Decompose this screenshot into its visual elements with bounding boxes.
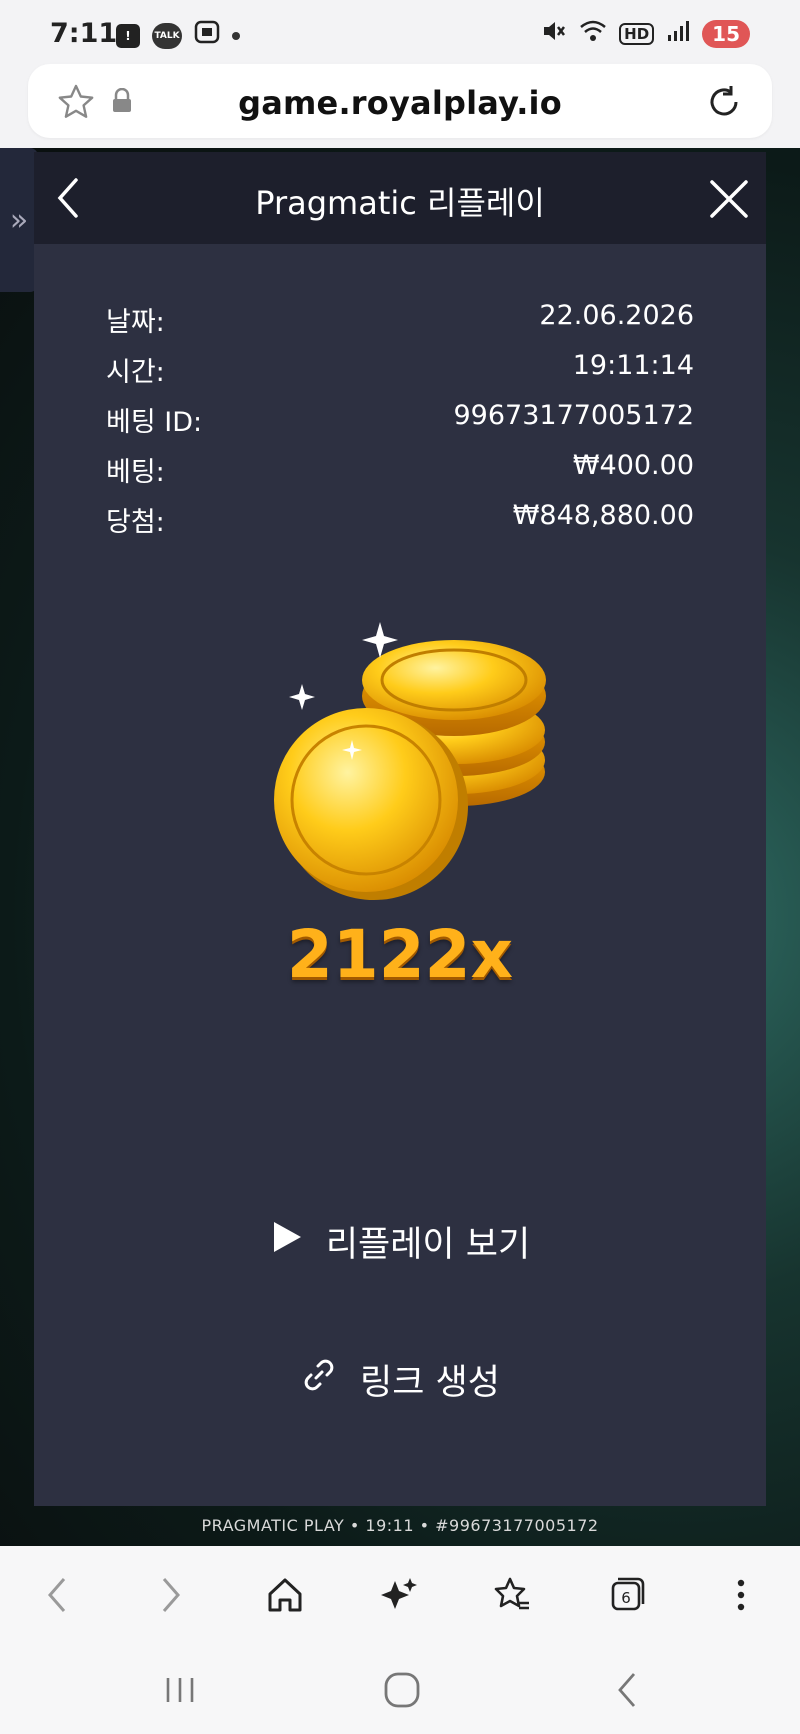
detail-label: 베팅 ID: xyxy=(106,407,203,438)
bet-details: 날짜: 22.06.2026 시간: 19:11:14 베팅 ID: 99673… xyxy=(106,300,694,550)
recent-apps-icon[interactable] xyxy=(158,1668,202,1712)
detail-label: 베팅: xyxy=(106,457,165,488)
status-left-icons: ! TALK xyxy=(116,20,240,51)
mute-icon xyxy=(541,18,567,49)
detail-value: 99673177005172 xyxy=(453,400,695,431)
create-link-label: 링크 생성 xyxy=(360,1363,500,1403)
wifi-icon xyxy=(579,19,607,48)
back-nav-icon[interactable] xyxy=(34,1572,80,1618)
modal-header: Pragmatic 리플레이 xyxy=(34,152,766,244)
kakaotalk-icon: TALK xyxy=(152,22,182,49)
forward-nav-icon[interactable] xyxy=(148,1572,194,1618)
home-button-icon[interactable] xyxy=(380,1668,424,1712)
system-navigation-bar xyxy=(0,1646,800,1734)
win-multiplier: 2122x xyxy=(286,916,514,993)
detail-value: 19:11:14 xyxy=(572,350,694,381)
signal-icon xyxy=(666,19,690,48)
status-right-icons: HD 15 xyxy=(541,18,750,49)
watch-replay-label: 리플레이 보기 xyxy=(325,1225,531,1265)
coins-image xyxy=(262,614,562,914)
reload-icon[interactable] xyxy=(704,82,744,122)
ai-sparkle-icon[interactable] xyxy=(376,1572,422,1618)
play-icon xyxy=(270,1219,304,1264)
detail-row-bet-id: 베팅 ID: 99673177005172 xyxy=(106,400,694,450)
url-text[interactable]: game.royalplay.io xyxy=(28,84,772,122)
address-bar[interactable]: game.royalplay.io xyxy=(28,64,772,138)
system-back-icon[interactable] xyxy=(606,1668,650,1712)
bookmarks-icon[interactable] xyxy=(490,1572,536,1618)
detail-label: 당첨: xyxy=(106,507,165,538)
hd-icon: HD xyxy=(619,22,655,45)
sidebar-toggle[interactable]: » xyxy=(0,148,38,292)
detail-row-win: 당첨: ₩848,880.00 xyxy=(106,500,694,550)
more-menu-icon[interactable] xyxy=(718,1572,764,1618)
create-link-button[interactable]: 링크 생성 xyxy=(34,1354,766,1405)
alert-icon: ! xyxy=(116,23,140,48)
status-time: 7:11 xyxy=(50,18,118,49)
battery-indicator: 15 xyxy=(702,19,750,48)
game-footer-text: PRAGMATIC PLAY • 19:11 • #99673177005172 xyxy=(201,1516,599,1535)
detail-value: ₩400.00 xyxy=(572,450,694,481)
screenshot-icon xyxy=(194,20,220,51)
modal-title: Pragmatic 리플레이 xyxy=(255,184,545,222)
watch-replay-button[interactable]: 리플레이 보기 xyxy=(34,1216,766,1267)
tabs-icon[interactable]: 6 xyxy=(604,1572,650,1618)
notification-dot-icon xyxy=(232,31,240,40)
status-bar: 7:11 ! TALK HD 15 xyxy=(0,0,800,62)
home-icon[interactable] xyxy=(262,1572,308,1618)
detail-row-time: 시간: 19:11:14 xyxy=(106,350,694,400)
link-icon xyxy=(300,1356,338,1403)
browser-toolbar: 6 xyxy=(0,1546,800,1646)
replay-modal: Pragmatic 리플레이 날짜: 22.06.2026 시간: 19:11:… xyxy=(34,152,766,1506)
detail-label: 시간: xyxy=(106,357,165,388)
detail-value: ₩848,880.00 xyxy=(512,500,694,531)
detail-row-bet: 베팅: ₩400.00 xyxy=(106,450,694,500)
detail-value: 22.06.2026 xyxy=(539,300,694,331)
detail-row-date: 날짜: 22.06.2026 xyxy=(106,300,694,350)
detail-label: 날짜: xyxy=(106,307,165,338)
tabs-count: 6 xyxy=(621,1589,631,1607)
close-icon[interactable] xyxy=(706,176,752,222)
